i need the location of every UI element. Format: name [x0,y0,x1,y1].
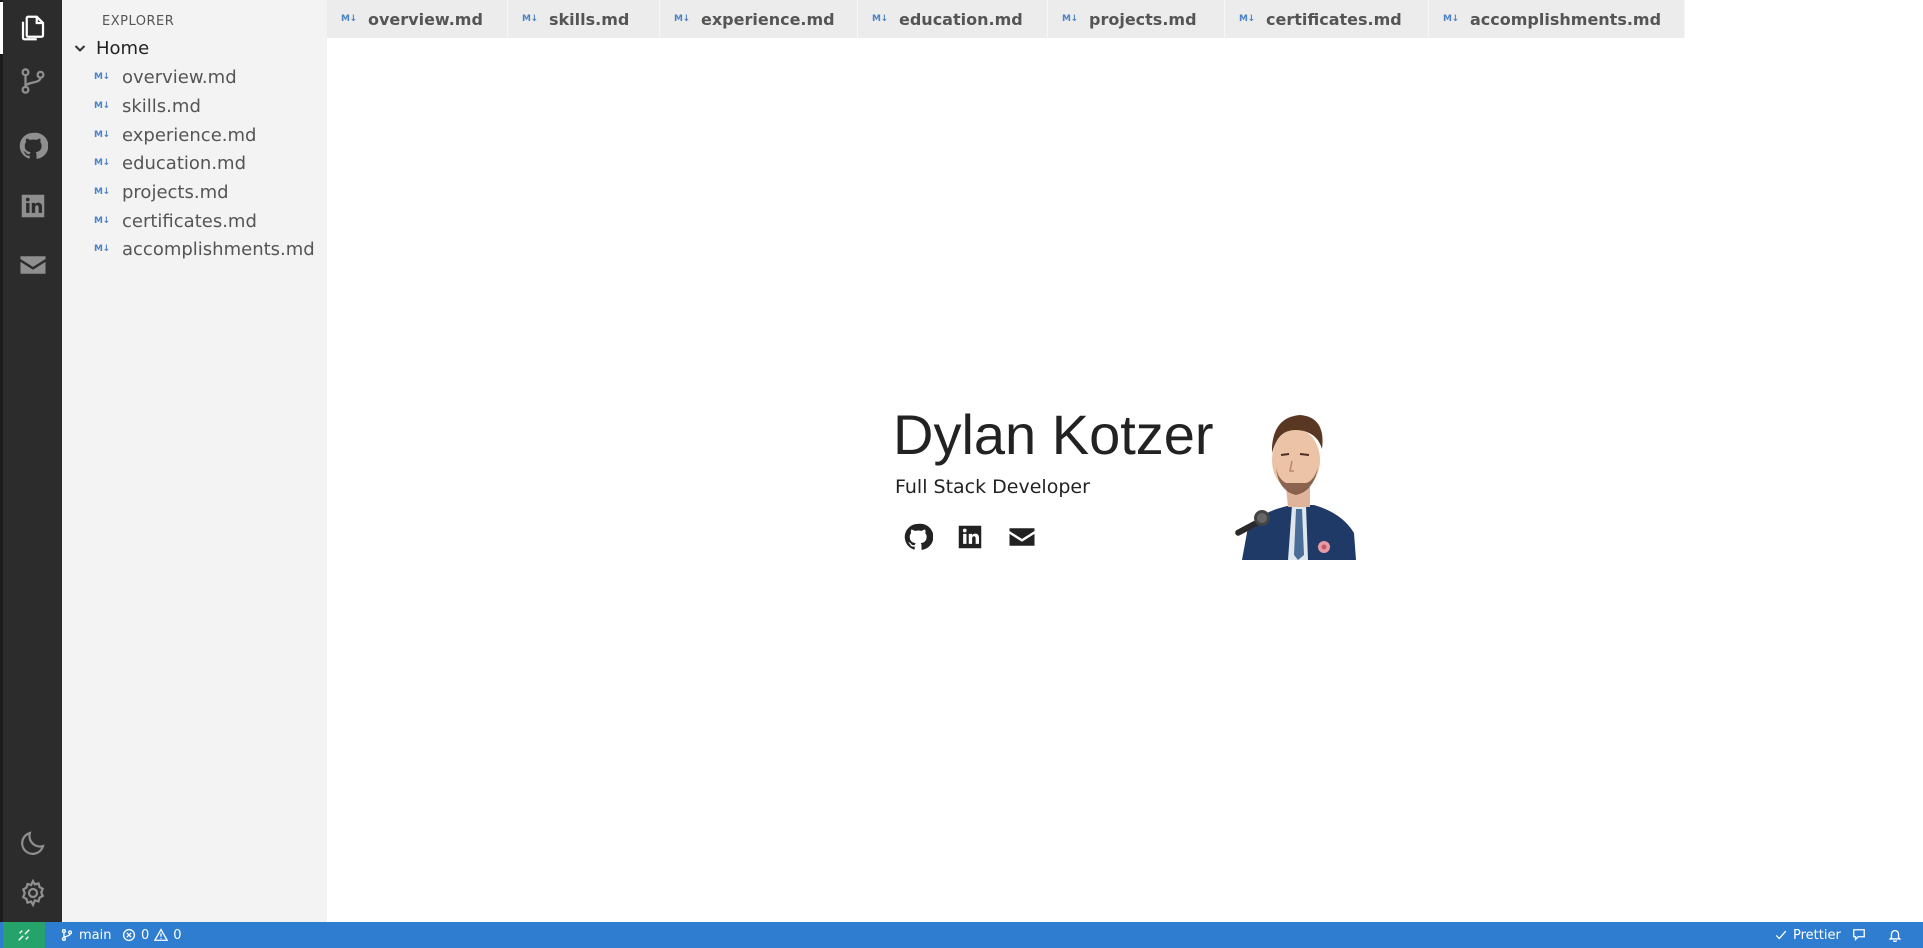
explorer-sidebar: EXPLORER Home M↓ overview.md M↓ skills.m… [62,0,327,922]
hero-name: Dylan Kotzer [893,403,1214,466]
tab-experience[interactable]: M↓ experience.md [660,0,858,38]
remote-icon [18,929,30,941]
file-item-certificates[interactable]: M↓ certificates.md [94,208,324,234]
vscode-portfolio-window: EXPLORER Home M↓ overview.md M↓ skills.m… [0,0,1923,948]
markdown-icon: M↓ [1239,14,1255,24]
markdown-icon: M↓ [94,130,110,140]
source-control-icon [21,68,44,94]
warning-count: 0 [173,927,182,943]
markdown-icon: M↓ [94,101,110,111]
branch-name: main [79,927,112,943]
tab-label: projects.md [1089,9,1197,29]
linkedin-button[interactable] [3,180,62,232]
tab-label: overview.md [368,9,483,29]
file-label: projects.md [122,181,229,203]
warning-icon [154,928,169,941]
markdown-icon: M↓ [94,158,110,168]
tab-label: experience.md [701,9,835,29]
files-icon [21,15,44,41]
bell-icon [1888,929,1902,942]
feedback-icon [1853,929,1865,941]
tab-skills[interactable]: M↓ skills.md [508,0,660,38]
hero-linkedin-link[interactable] [954,521,986,553]
explorer-title: EXPLORER [102,14,175,29]
settings-button[interactable] [3,867,62,919]
markdown-icon: M↓ [1443,14,1459,24]
markdown-icon: M↓ [674,14,690,24]
formatter-label: Prettier [1793,927,1841,943]
file-item-accomplishments[interactable]: M↓ accomplishments.md [94,236,324,262]
editor-tab-bar: M↓ overview.md M↓ skills.md M↓ experienc… [327,0,1923,38]
file-item-projects[interactable]: M↓ projects.md [94,179,324,205]
prettier-indicator[interactable]: Prettier [1774,922,1841,948]
branch-icon [61,929,73,941]
tab-label: education.md [899,9,1023,29]
file-item-education[interactable]: M↓ education.md [94,150,324,176]
theme-toggle-button[interactable] [3,817,62,869]
gear-icon [21,878,44,908]
mail-icon [1009,528,1035,546]
moon-icon [20,831,45,855]
file-item-experience[interactable]: M↓ experience.md [94,122,324,148]
markdown-icon: M↓ [94,187,110,197]
markdown-icon: M↓ [522,14,538,24]
folder-label: Home [96,37,150,59]
chevron-down-icon [72,40,88,56]
file-item-skills[interactable]: M↓ skills.md [94,93,324,119]
avatar [1234,405,1356,560]
markdown-icon: M↓ [94,216,110,226]
markdown-icon: M↓ [1062,14,1078,24]
feedback-button[interactable] [1852,922,1866,948]
hero-email-link[interactable] [1006,521,1038,553]
notifications-button[interactable] [1888,922,1902,948]
source-control-button[interactable] [3,55,62,107]
tab-overview[interactable]: M↓ overview.md [327,0,508,38]
file-item-overview[interactable]: M↓ overview.md [94,64,324,90]
file-label: accomplishments.md [122,238,315,260]
status-bar: main 0 0 Prettier [0,922,1923,948]
markdown-icon: M↓ [341,14,357,24]
file-label: certificates.md [122,210,257,232]
file-label: education.md [122,152,246,174]
explorer-button[interactable] [0,2,62,54]
remote-button[interactable] [3,922,45,948]
github-button[interactable] [3,120,62,172]
tab-label: skills.md [549,9,630,29]
error-count: 0 [141,927,150,943]
home-folder[interactable]: Home [72,36,149,60]
tab-accomplishments[interactable]: M↓ accomplishments.md [1429,0,1685,38]
error-icon [122,928,136,942]
linkedin-icon [958,525,982,549]
mail-button[interactable] [3,239,62,291]
check-icon [1775,930,1787,940]
file-label: overview.md [122,66,237,88]
tab-projects[interactable]: M↓ projects.md [1048,0,1225,38]
tab-certificates[interactable]: M↓ certificates.md [1225,0,1429,38]
file-label: experience.md [122,124,257,146]
markdown-icon: M↓ [872,14,888,24]
branch-indicator[interactable]: main [60,922,111,948]
tab-label: accomplishments.md [1470,9,1662,29]
tab-label: certificates.md [1266,9,1402,29]
markdown-icon: M↓ [94,72,110,82]
hero-github-link[interactable] [902,521,934,553]
linkedin-icon [21,194,44,218]
markdown-icon: M↓ [94,244,110,254]
mail-icon [20,256,45,274]
hero-title: Full Stack Developer [895,476,1090,498]
tab-education[interactable]: M↓ education.md [858,0,1048,38]
github-icon [904,523,933,550]
file-label: skills.md [122,95,201,117]
github-icon [19,132,48,159]
profile-photo [1234,405,1356,560]
activity-bar [0,0,62,922]
problems-indicator[interactable]: 0 0 [122,922,182,948]
